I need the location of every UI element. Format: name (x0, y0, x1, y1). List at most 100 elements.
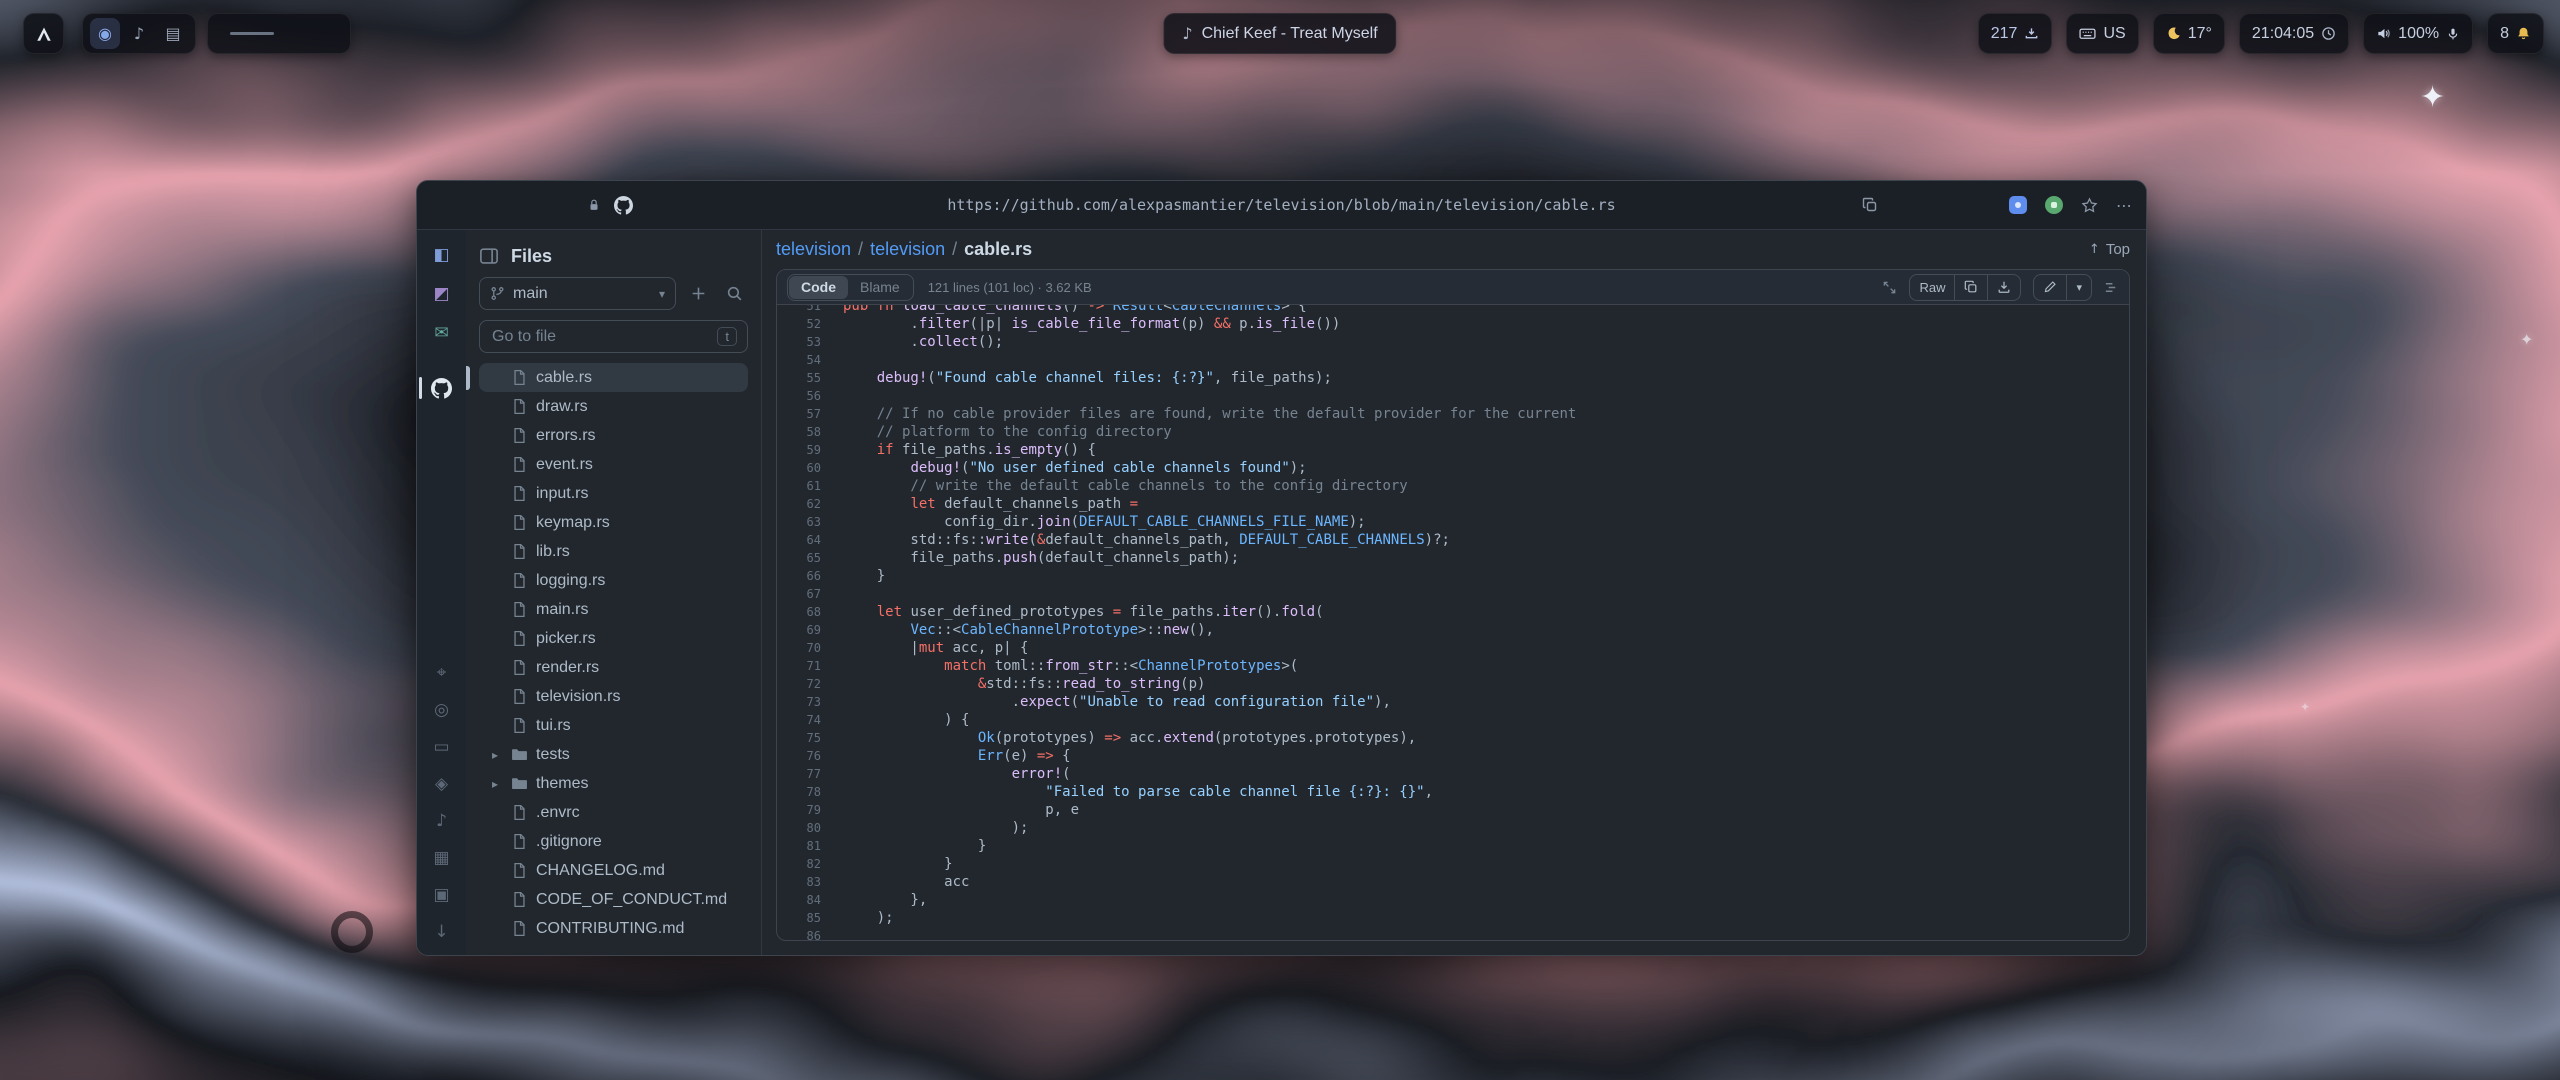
duplicate-tab-icon[interactable] (1862, 197, 1878, 213)
panel-toggle-icon[interactable]: ◧ (429, 242, 455, 268)
line-number[interactable]: 53 (777, 333, 821, 351)
tree-item-lib.rs[interactable]: lib.rs (479, 537, 748, 566)
weather-widget[interactable]: 17° (2153, 13, 2225, 54)
launcher-button[interactable] (23, 13, 64, 54)
tree-item-.gitignore[interactable]: .gitignore (479, 827, 748, 856)
line-number[interactable]: 64 (777, 531, 821, 549)
add-file-button[interactable] (684, 280, 712, 308)
line-number[interactable]: 77 (777, 765, 821, 783)
workspaces-icon[interactable]: ◩ (429, 281, 455, 307)
line-number[interactable]: 73 (777, 693, 821, 711)
download-tab-icon[interactable]: ↓ (429, 919, 455, 945)
line-number[interactable]: 67 (777, 585, 821, 603)
line-number[interactable]: 63 (777, 513, 821, 531)
github-tab-icon[interactable] (429, 375, 455, 401)
lock-tab-icon[interactable]: ◈ (429, 771, 455, 797)
tree-item-.envrc[interactable]: .envrc (479, 798, 748, 827)
tab-code[interactable]: Code (789, 276, 848, 299)
line-number[interactable]: 52 (777, 315, 821, 333)
window-indicator-pill[interactable] (207, 13, 351, 54)
tree-item-picker.rs[interactable]: picker.rs (479, 624, 748, 653)
goto-file-input[interactable] (490, 327, 709, 347)
tree-item-television.rs[interactable]: television.rs (479, 682, 748, 711)
tree-item-cable.rs[interactable]: cable.rs (479, 363, 748, 392)
extension-green-icon[interactable] (2045, 196, 2063, 214)
keyboard-tab-icon[interactable]: ▭ (429, 734, 455, 760)
collapse-panel-icon[interactable] (479, 246, 499, 266)
extension-blue-icon[interactable] (2009, 196, 2027, 214)
clock-widget[interactable]: 21:04:05 (2239, 13, 2349, 54)
raw-button[interactable]: Raw (1910, 275, 1954, 300)
bookmark-star-icon[interactable] (2081, 197, 2098, 214)
music-button[interactable]: ♪ (124, 18, 154, 49)
symbols-panel-icon[interactable] (2104, 280, 2119, 295)
audio-widget[interactable]: 100% (2363, 13, 2473, 54)
line-number[interactable]: 61 (777, 477, 821, 495)
line-number[interactable]: 78 (777, 783, 821, 801)
tree-item-keymap.rs[interactable]: keymap.rs (479, 508, 748, 537)
crosshair-icon[interactable]: ⌖ (429, 660, 455, 686)
reader-icon[interactable]: ✉ (429, 320, 455, 346)
line-number[interactable]: 66 (777, 567, 821, 585)
line-number[interactable]: 54 (777, 351, 821, 369)
breadcrumb-repo-link[interactable]: television (776, 239, 851, 260)
archive-icon[interactable]: ▣ (429, 882, 455, 908)
line-number[interactable]: 84 (777, 891, 821, 909)
line-number[interactable]: 74 (777, 711, 821, 729)
line-number[interactable]: 81 (777, 837, 821, 855)
music-tab-icon[interactable]: ♪ (429, 808, 455, 834)
edit-caret-icon[interactable]: ▾ (2066, 275, 2091, 300)
tree-item-draw.rs[interactable]: draw.rs (479, 392, 748, 421)
menu-kebab-icon[interactable]: ⋯ (2116, 196, 2132, 215)
keyboard-layout-widget[interactable]: US (2066, 13, 2138, 54)
updates-widget[interactable]: 217 (1978, 13, 2053, 54)
line-number[interactable]: 85 (777, 909, 821, 927)
line-number[interactable]: 68 (777, 603, 821, 621)
line-number[interactable]: 59 (777, 441, 821, 459)
notifications-widget[interactable]: 8 (2487, 13, 2544, 54)
grid-icon[interactable]: ▦ (429, 845, 455, 871)
line-number[interactable]: 62 (777, 495, 821, 513)
tree-item-render.rs[interactable]: render.rs (479, 653, 748, 682)
back-to-top-link[interactable]: ↑ Top (2089, 241, 2130, 258)
line-number[interactable]: 55 (777, 369, 821, 387)
disc-button[interactable]: ◉ (90, 18, 120, 49)
download-icon[interactable] (1987, 275, 2020, 300)
expand-icon[interactable] (1882, 280, 1897, 295)
tree-item-logging.rs[interactable]: logging.rs (479, 566, 748, 595)
tree-item-CODE_OF_CONDUCT.md[interactable]: CODE_OF_CONDUCT.md (479, 885, 748, 914)
line-number[interactable]: 82 (777, 855, 821, 873)
line-number[interactable]: 58 (777, 423, 821, 441)
line-number[interactable]: 69 (777, 621, 821, 639)
tree-item-errors.rs[interactable]: errors.rs (479, 421, 748, 450)
tree-item-CHANGELOG.md[interactable]: CHANGELOG.md (479, 856, 748, 885)
line-number[interactable]: 60 (777, 459, 821, 477)
copy-icon[interactable] (1954, 275, 1987, 300)
tree-item-tui.rs[interactable]: tui.rs (479, 711, 748, 740)
line-number[interactable]: 72 (777, 675, 821, 693)
line-number[interactable]: 76 (777, 747, 821, 765)
notes-button[interactable]: ▤ (158, 18, 188, 49)
line-number[interactable]: 83 (777, 873, 821, 891)
tree-item-event.rs[interactable]: event.rs (479, 450, 748, 479)
line-number[interactable]: 65 (777, 549, 821, 567)
alerts-icon[interactable]: ◎ (429, 697, 455, 723)
breadcrumb-folder-link[interactable]: television (870, 239, 945, 260)
line-number[interactable]: 71 (777, 657, 821, 675)
line-number[interactable]: 70 (777, 639, 821, 657)
tab-blame[interactable]: Blame (848, 276, 912, 299)
line-number[interactable]: 56 (777, 387, 821, 405)
line-number[interactable]: 86 (777, 927, 821, 940)
line-number[interactable]: 79 (777, 801, 821, 819)
branch-selector[interactable]: main ▾ (479, 277, 676, 310)
url-bar[interactable]: https://github.com/alexpasmantier/televi… (947, 196, 1615, 214)
tree-item-CONTRIBUTING.md[interactable]: CONTRIBUTING.md (479, 914, 748, 943)
tree-item-themes[interactable]: ▸themes (479, 769, 748, 798)
lock-icon[interactable] (587, 198, 601, 212)
line-number[interactable]: 75 (777, 729, 821, 747)
tree-item-tests[interactable]: ▸tests (479, 740, 748, 769)
line-number[interactable]: 51 (777, 305, 821, 315)
tree-item-input.rs[interactable]: input.rs (479, 479, 748, 508)
tree-item-main.rs[interactable]: main.rs (479, 595, 748, 624)
pencil-icon[interactable] (2034, 275, 2066, 300)
